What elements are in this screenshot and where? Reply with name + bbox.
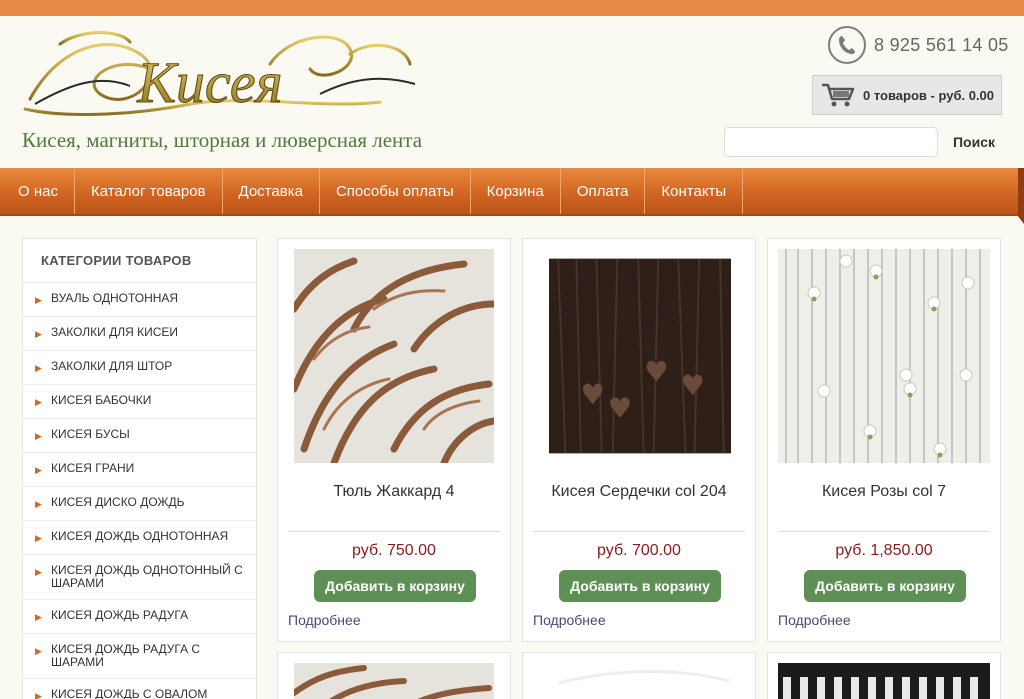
triangle-right-icon: ▶ bbox=[35, 431, 42, 441]
category-item[interactable]: ▶ Кисея бусы bbox=[23, 419, 256, 453]
site-tagline: Кисея, магниты, шторная и люверсная лент… bbox=[22, 128, 423, 152]
category-item[interactable]: ▶ Кисея диско дождь bbox=[23, 487, 256, 521]
category-item[interactable]: ▶ Кисея дождь радуга bbox=[23, 600, 256, 634]
product-name[interactable]: Тюль Жаккард 4 bbox=[278, 483, 510, 501]
category-item[interactable]: ▶ Заколки для штор bbox=[23, 351, 256, 385]
nav-item-cart[interactable]: Корзина bbox=[471, 168, 561, 214]
product-card bbox=[767, 652, 1001, 699]
triangle-right-icon: ▶ bbox=[35, 646, 42, 656]
triangle-right-icon: ▶ bbox=[35, 691, 42, 699]
product-price: руб. 700.00 bbox=[597, 542, 681, 559]
triangle-right-icon: ▶ bbox=[35, 533, 42, 543]
product-price: руб. 1,850.00 bbox=[835, 542, 933, 559]
add-to-cart-button[interactable]: Добавить в корзину bbox=[559, 570, 721, 602]
triangle-right-icon: ▶ bbox=[35, 465, 42, 475]
phone-contact: 8 925 561 14 05 bbox=[828, 26, 1009, 64]
category-item[interactable]: ▶ Заколки для кисеи bbox=[23, 317, 256, 351]
nav-item-payment[interactable]: Оплата bbox=[561, 168, 646, 214]
triangle-right-icon: ▶ bbox=[35, 612, 42, 622]
category-item[interactable]: ▶ Кисея грани bbox=[23, 453, 256, 487]
add-to-cart-button[interactable]: Добавить в корзину bbox=[314, 570, 476, 602]
phone-number: 8 925 561 14 05 bbox=[874, 34, 1009, 55]
sidebar-title: КАТЕГОРИИ ТОВАРОВ bbox=[23, 239, 256, 283]
nav-item-delivery[interactable]: Доставка bbox=[223, 168, 320, 214]
cart-summary-text: 0 товаров - руб. 0.00 bbox=[863, 87, 995, 103]
cart-summary-button[interactable]: 0 товаров - руб. 0.00 bbox=[812, 75, 1002, 115]
details-link[interactable]: Подробнее bbox=[533, 612, 606, 628]
top-accent-bar bbox=[0, 0, 1024, 16]
category-item[interactable]: ▶ Кисея бабочки bbox=[23, 385, 256, 419]
add-to-cart-button[interactable]: Добавить в корзину bbox=[804, 570, 966, 602]
triangle-right-icon: ▶ bbox=[35, 295, 42, 305]
category-item[interactable]: ▶ Кисея дождь с овалом bbox=[23, 679, 256, 699]
triangle-right-icon: ▶ bbox=[35, 397, 42, 407]
product-card bbox=[522, 652, 756, 699]
product-name[interactable]: Кисея Розы col 7 bbox=[768, 483, 1000, 501]
product-price: руб. 750.00 bbox=[352, 542, 436, 559]
main-navigation: О нас Каталог товаров Доставка Способы о… bbox=[0, 168, 1024, 216]
triangle-right-icon: ▶ bbox=[35, 567, 42, 577]
product-image[interactable] bbox=[294, 249, 494, 463]
category-item[interactable]: ▶ Вуаль однотонная bbox=[23, 283, 256, 317]
category-sidebar: КАТЕГОРИИ ТОВАРОВ ▶ Вуаль однотонная ▶ Зак… bbox=[22, 238, 257, 699]
details-link[interactable]: Подробнее bbox=[778, 612, 851, 628]
triangle-right-icon: ▶ bbox=[35, 499, 42, 509]
phone-icon bbox=[828, 26, 866, 64]
search-input[interactable] bbox=[724, 127, 938, 157]
product-name[interactable]: Кисея Сердечки col 204 bbox=[523, 483, 755, 501]
divider bbox=[533, 531, 745, 532]
triangle-right-icon: ▶ bbox=[35, 329, 42, 339]
category-item[interactable]: ▶ Кисея дождь радуга с шарами bbox=[23, 634, 256, 679]
product-image[interactable] bbox=[539, 663, 739, 699]
nav-item-about[interactable]: О нас bbox=[0, 168, 75, 214]
cart-icon bbox=[822, 83, 855, 107]
product-image[interactable] bbox=[294, 663, 494, 699]
nav-item-contacts[interactable]: Контакты bbox=[645, 168, 744, 214]
product-card: Тюль Жаккард 4 руб. 750.00 Добавить в ко… bbox=[277, 238, 511, 642]
product-image[interactable] bbox=[778, 249, 990, 463]
product-image[interactable] bbox=[549, 249, 731, 463]
svg-text:Кисея: Кисея bbox=[136, 50, 282, 115]
category-item[interactable]: ▶ Кисея дождь однотонная bbox=[23, 521, 256, 555]
category-item[interactable]: ▶ Кисея дождь однотонный с шарами bbox=[23, 555, 256, 600]
product-card bbox=[277, 652, 511, 699]
product-card: Кисея Сердечки col 204 руб. 700.00 Добав… bbox=[522, 238, 756, 642]
triangle-right-icon: ▶ bbox=[35, 363, 42, 373]
nav-item-payment-methods[interactable]: Способы оплаты bbox=[320, 168, 471, 214]
divider bbox=[288, 531, 500, 532]
search-button[interactable]: Поиск bbox=[944, 127, 1004, 157]
divider bbox=[778, 531, 990, 532]
details-link[interactable]: Подробнее bbox=[288, 612, 361, 628]
product-card: Кисея Розы col 7 руб. 1,850.00 Добавить … bbox=[767, 238, 1001, 642]
product-image[interactable] bbox=[778, 663, 990, 699]
nav-item-catalog[interactable]: Каталог товаров bbox=[75, 168, 223, 214]
site-logo[interactable]: Кисея bbox=[20, 24, 420, 124]
